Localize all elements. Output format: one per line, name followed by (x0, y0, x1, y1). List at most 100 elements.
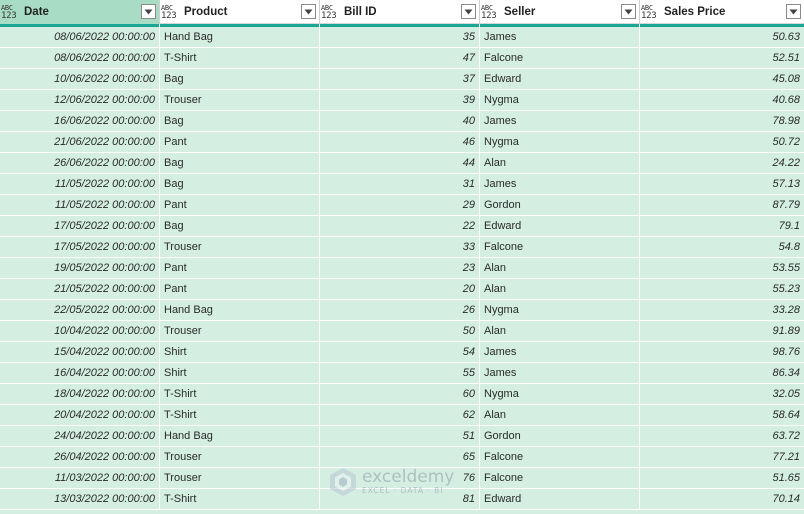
cell-sales-price[interactable]: 87.79 (640, 195, 804, 215)
cell-date[interactable]: 11/05/2022 00:00:00 (0, 174, 160, 194)
cell-seller[interactable]: Nygma (480, 384, 640, 404)
column-header-seller[interactable]: ABC 123 Seller (480, 0, 640, 24)
cell-bill-id[interactable]: 55 (320, 363, 480, 383)
cell-product[interactable]: Pant (160, 195, 320, 215)
cell-date[interactable]: 21/06/2022 00:00:00 (0, 132, 160, 152)
cell-bill-id[interactable]: 33 (320, 237, 480, 257)
cell-product[interactable]: Shirt (160, 342, 320, 362)
cell-date[interactable]: 19/05/2022 00:00:00 (0, 258, 160, 278)
cell-sales-price[interactable]: 40.68 (640, 90, 804, 110)
cell-bill-id[interactable]: 81 (320, 489, 480, 509)
cell-bill-id[interactable]: 50 (320, 321, 480, 341)
cell-sales-price[interactable]: 78.98 (640, 111, 804, 131)
cell-sales-price[interactable]: 50.63 (640, 27, 804, 47)
cell-product[interactable]: Trouser (160, 90, 320, 110)
cell-seller[interactable]: Alan (480, 405, 640, 425)
cell-date[interactable]: 18/04/2022 00:00:00 (0, 384, 160, 404)
cell-date[interactable]: 10/06/2022 00:00:00 (0, 69, 160, 89)
cell-bill-id[interactable]: 40 (320, 111, 480, 131)
cell-sales-price[interactable]: 98.76 (640, 342, 804, 362)
cell-product[interactable]: Bag (160, 153, 320, 173)
column-header-product[interactable]: ABC 123 Product (160, 0, 320, 24)
cell-seller[interactable]: Falcone (480, 468, 640, 488)
cell-date[interactable]: 16/04/2022 00:00:00 (0, 363, 160, 383)
cell-bill-id[interactable]: 51 (320, 426, 480, 446)
filter-dropdown-button[interactable] (141, 4, 156, 19)
cell-product[interactable]: Pant (160, 132, 320, 152)
cell-product[interactable]: T-Shirt (160, 48, 320, 68)
cell-sales-price[interactable]: 77.21 (640, 447, 804, 467)
cell-sales-price[interactable]: 50.72 (640, 132, 804, 152)
cell-bill-id[interactable]: 46 (320, 132, 480, 152)
cell-bill-id[interactable]: 65 (320, 447, 480, 467)
cell-date[interactable]: 15/04/2022 00:00:00 (0, 342, 160, 362)
cell-seller[interactable]: Nygma (480, 90, 640, 110)
cell-sales-price[interactable]: 54.8 (640, 237, 804, 257)
column-header-date[interactable]: ABC 123 Date (0, 0, 160, 24)
cell-sales-price[interactable]: 32.05 (640, 384, 804, 404)
cell-date[interactable]: 13/03/2022 00:00:00 (0, 489, 160, 509)
cell-sales-price[interactable]: 91.89 (640, 321, 804, 341)
cell-sales-price[interactable]: 45.08 (640, 69, 804, 89)
cell-bill-id[interactable]: 76 (320, 468, 480, 488)
cell-product[interactable]: Trouser (160, 237, 320, 257)
cell-product[interactable]: Bag (160, 216, 320, 236)
cell-seller[interactable]: Gordon (480, 426, 640, 446)
cell-date[interactable]: 12/06/2022 00:00:00 (0, 90, 160, 110)
cell-seller[interactable]: Nygma (480, 132, 640, 152)
cell-sales-price[interactable]: 63.72 (640, 426, 804, 446)
cell-seller[interactable]: James (480, 363, 640, 383)
cell-seller[interactable]: James (480, 174, 640, 194)
cell-seller[interactable]: James (480, 111, 640, 131)
cell-seller[interactable]: Alan (480, 153, 640, 173)
cell-product[interactable]: Hand Bag (160, 300, 320, 320)
cell-sales-price[interactable]: 57.13 (640, 174, 804, 194)
cell-sales-price[interactable]: 52.51 (640, 48, 804, 68)
cell-date[interactable]: 11/05/2022 00:00:00 (0, 195, 160, 215)
cell-product[interactable]: T-Shirt (160, 489, 320, 509)
cell-sales-price[interactable]: 51.65 (640, 468, 804, 488)
cell-date[interactable]: 10/04/2022 00:00:00 (0, 321, 160, 341)
cell-bill-id[interactable]: 29 (320, 195, 480, 215)
cell-sales-price[interactable]: 33.28 (640, 300, 804, 320)
cell-sales-price[interactable]: 24.22 (640, 153, 804, 173)
abc-123-type-icon[interactable]: ABC 123 (641, 4, 661, 21)
cell-sales-price[interactable]: 55.23 (640, 279, 804, 299)
cell-date[interactable]: 08/06/2022 00:00:00 (0, 48, 160, 68)
cell-product[interactable]: T-Shirt (160, 384, 320, 404)
cell-product[interactable]: Bag (160, 69, 320, 89)
cell-product[interactable]: Trouser (160, 321, 320, 341)
cell-seller[interactable]: Gordon (480, 195, 640, 215)
cell-seller[interactable]: James (480, 27, 640, 47)
cell-date[interactable]: 08/06/2022 00:00:00 (0, 27, 160, 47)
cell-sales-price[interactable]: 53.55 (640, 258, 804, 278)
cell-sales-price[interactable]: 86.34 (640, 363, 804, 383)
cell-seller[interactable]: Edward (480, 216, 640, 236)
cell-date[interactable]: 11/03/2022 00:00:00 (0, 468, 160, 488)
cell-product[interactable]: Hand Bag (160, 27, 320, 47)
cell-seller[interactable]: Alan (480, 321, 640, 341)
filter-dropdown-button[interactable] (461, 4, 476, 19)
cell-seller[interactable]: Falcone (480, 48, 640, 68)
cell-date[interactable]: 26/04/2022 00:00:00 (0, 447, 160, 467)
cell-product[interactable]: Pant (160, 258, 320, 278)
cell-date[interactable]: 16/06/2022 00:00:00 (0, 111, 160, 131)
cell-seller[interactable]: Edward (480, 489, 640, 509)
cell-product[interactable]: Pant (160, 279, 320, 299)
cell-bill-id[interactable]: 37 (320, 69, 480, 89)
cell-seller[interactable]: Falcone (480, 447, 640, 467)
cell-seller[interactable]: James (480, 342, 640, 362)
cell-bill-id[interactable]: 22 (320, 216, 480, 236)
cell-sales-price[interactable]: 79.1 (640, 216, 804, 236)
cell-date[interactable]: 26/06/2022 00:00:00 (0, 153, 160, 173)
cell-date[interactable]: 22/05/2022 00:00:00 (0, 300, 160, 320)
cell-date[interactable]: 24/04/2022 00:00:00 (0, 426, 160, 446)
cell-seller[interactable]: Falcone (480, 237, 640, 257)
cell-product[interactable]: Shirt (160, 363, 320, 383)
cell-bill-id[interactable]: 23 (320, 258, 480, 278)
cell-date[interactable]: 17/05/2022 00:00:00 (0, 237, 160, 257)
cell-bill-id[interactable]: 20 (320, 279, 480, 299)
cell-bill-id[interactable]: 54 (320, 342, 480, 362)
filter-dropdown-button[interactable] (786, 4, 801, 19)
abc-123-type-icon[interactable]: ABC 123 (161, 4, 181, 21)
